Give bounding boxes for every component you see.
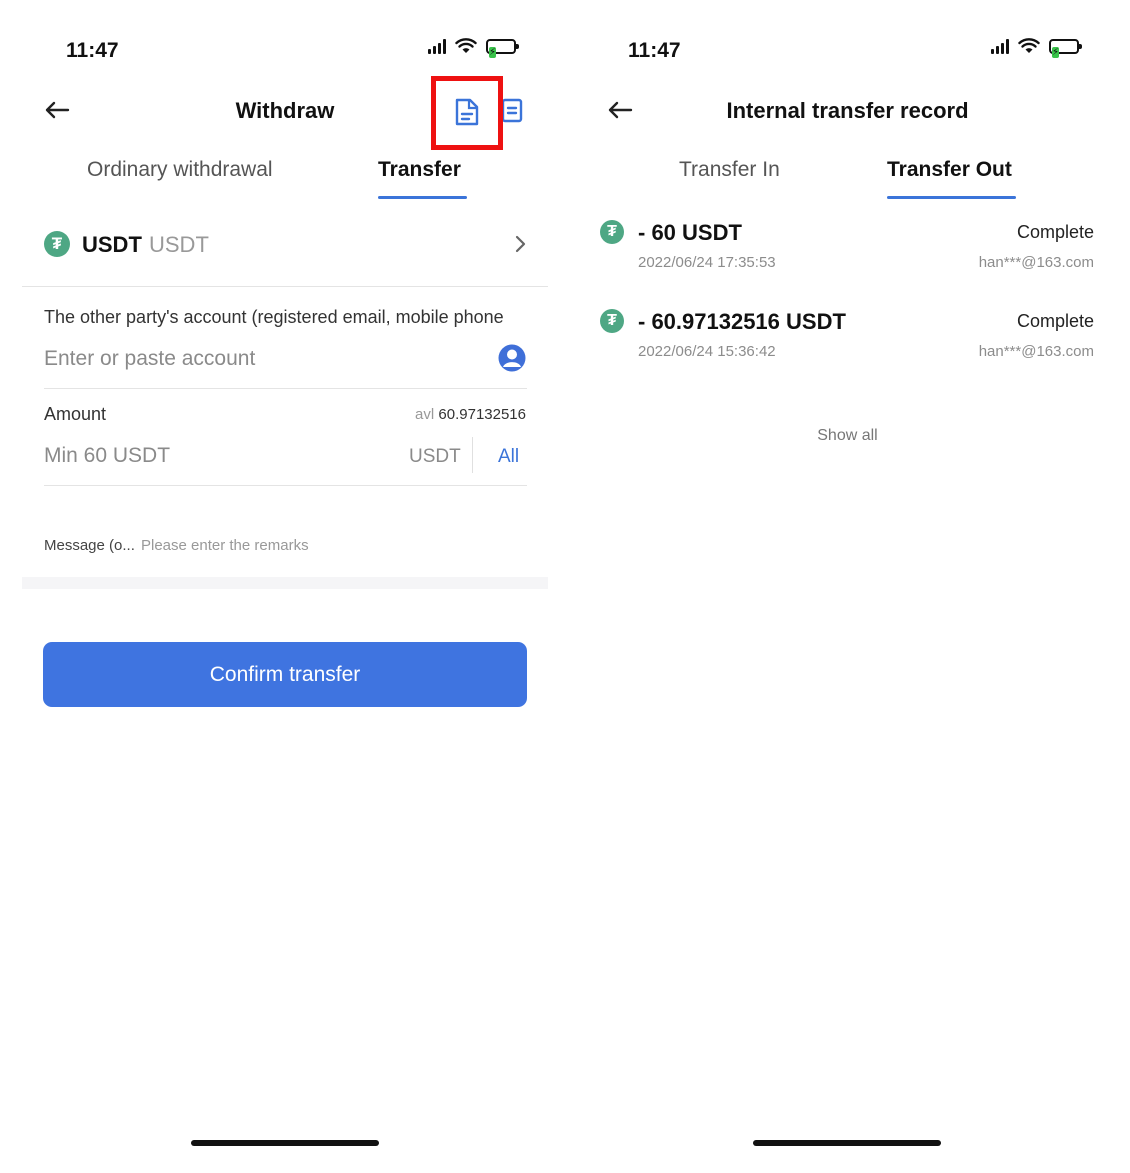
signal-icon: [991, 38, 1009, 54]
active-tab-underline: [378, 196, 467, 199]
coin-name: USDT: [82, 232, 142, 257]
section-separator: [22, 577, 548, 589]
account-input[interactable]: Enter or paste account: [44, 347, 484, 371]
page-title: Internal transfer record: [726, 98, 969, 123]
tether-icon: ₮: [600, 220, 624, 244]
all-button[interactable]: All: [498, 446, 519, 468]
tab-transfer[interactable]: Transfer: [378, 158, 461, 182]
tab-ordinary-withdrawal[interactable]: Ordinary withdrawal: [87, 158, 273, 182]
divider: [44, 388, 527, 389]
record-amount: - 60.97132516 USDT: [638, 309, 846, 334]
chevron-right-icon: [515, 235, 526, 253]
available-prefix: avl: [415, 406, 435, 423]
status-time: 11:47: [628, 39, 681, 62]
battery-icon: ⚡: [1049, 38, 1082, 58]
available-balance: avl 60.97132516: [415, 406, 526, 423]
record-time: 2022/06/24 15:36:42: [638, 343, 776, 360]
record-amount: - 60 USDT: [638, 220, 742, 245]
account-field-label: The other party's account (registered em…: [44, 307, 504, 327]
message-input[interactable]: Please enter the remarks: [141, 537, 309, 554]
amount-input[interactable]: Min 60 USDT: [44, 444, 384, 468]
amount-unit: USDT: [409, 446, 461, 467]
coin-subtitle: USDT: [149, 232, 209, 257]
contact-icon[interactable]: [498, 344, 526, 372]
home-indicator: [753, 1140, 941, 1146]
record-item[interactable]: ₮ - 60.97132516 USDT 2022/06/24 15:36:42…: [595, 301, 1100, 371]
record-account: han***@163.com: [978, 343, 1094, 360]
list-icon[interactable]: [500, 98, 524, 124]
tether-icon: ₮: [44, 231, 70, 257]
record-status: Complete: [1016, 311, 1094, 331]
record-status: Complete: [1016, 222, 1094, 242]
divider: [22, 286, 548, 287]
active-tab-underline: [887, 196, 1016, 199]
wifi-icon: [455, 38, 477, 53]
transfer-record-screen: 11:47 ⚡ Internal transfer record Transfe…: [565, 0, 1130, 1173]
tether-icon: ₮: [600, 309, 624, 333]
status-icons: ⚡: [991, 38, 1082, 58]
available-value: 60.97132516: [438, 406, 526, 423]
withdraw-screen: 11:47 ⚡ Withdraw Ordinary withdrawal Tra…: [0, 0, 565, 1173]
wifi-icon: [1018, 38, 1040, 53]
show-all-link[interactable]: Show all: [565, 427, 1130, 445]
status-icons: ⚡: [428, 38, 519, 58]
tab-transfer-out[interactable]: Transfer Out: [887, 158, 1012, 182]
highlight-box: [431, 76, 503, 150]
record-account: han***@163.com: [978, 254, 1094, 271]
message-label: Message (o...: [44, 537, 135, 554]
record-item[interactable]: ₮ - 60 USDT 2022/06/24 17:35:53 Complete…: [595, 212, 1100, 282]
coin-selector[interactable]: ₮ USDT USDT: [22, 210, 548, 276]
amount-label: Amount: [44, 404, 107, 424]
home-indicator: [191, 1140, 379, 1146]
signal-icon: [428, 38, 446, 54]
record-time: 2022/06/24 17:35:53: [638, 254, 776, 271]
battery-icon: ⚡: [486, 38, 519, 58]
tab-transfer-in[interactable]: Transfer In: [679, 158, 780, 182]
status-time: 11:47: [66, 39, 119, 62]
divider: [44, 485, 527, 486]
divider: [472, 437, 473, 473]
confirm-transfer-button[interactable]: Confirm transfer: [43, 642, 527, 707]
